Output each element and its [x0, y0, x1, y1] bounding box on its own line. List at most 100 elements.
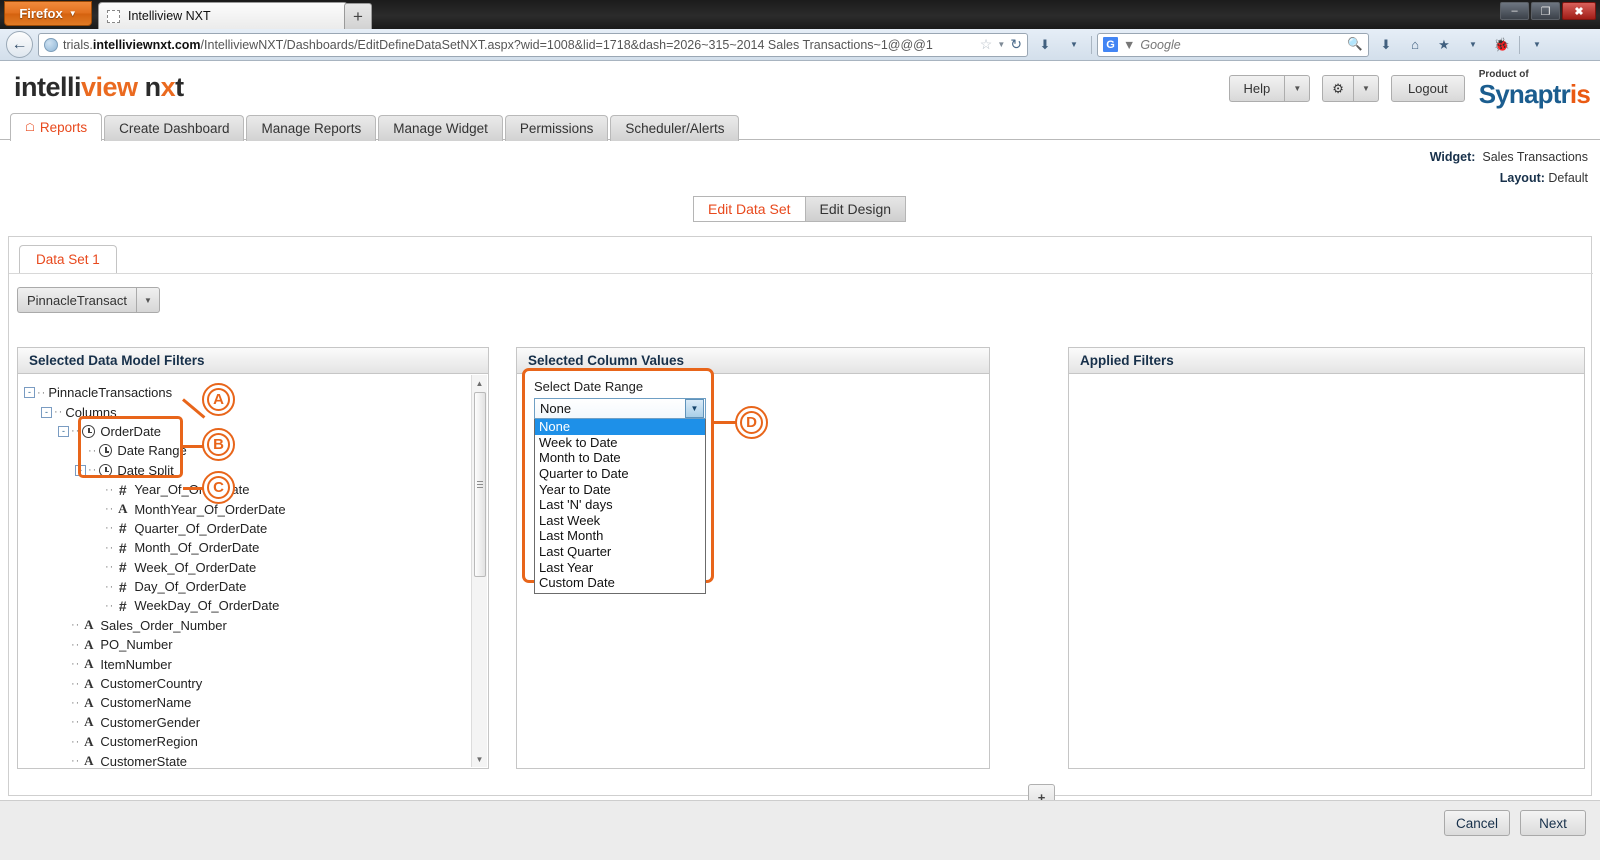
chevron-down-icon[interactable]: ▼ — [1284, 75, 1310, 102]
date-range-option[interactable]: Quarter to Date — [535, 466, 705, 482]
text-field-icon: A — [82, 637, 95, 653]
date-range-option[interactable]: None — [535, 419, 705, 435]
back-button[interactable]: ← — [6, 31, 33, 58]
cancel-button[interactable]: Cancel — [1444, 810, 1510, 836]
callout-label: D — [746, 414, 757, 431]
scroll-down-icon[interactable]: ▼ — [472, 751, 487, 767]
chevron-down-icon[interactable]: ▼ — [1062, 33, 1086, 57]
date-range-option[interactable]: Year to Date — [535, 481, 705, 497]
firefox-menu-button[interactable]: Firefox ▼ — [4, 1, 92, 26]
reload-icon[interactable]: ↻ — [1010, 36, 1022, 53]
date-range-option[interactable]: Last Month — [535, 528, 705, 544]
date-range-option[interactable]: Last 'N' days — [535, 497, 705, 513]
tree-node[interactable]: ··ACustomerCountry — [24, 674, 488, 693]
data-model-dropdown[interactable]: PinnacleTransact ▼ — [17, 287, 160, 313]
tree-node[interactable]: ··AItemNumber — [24, 654, 488, 673]
tree-node-label: CustomerGender — [100, 715, 200, 730]
settings-button[interactable]: ⚙ ▼ — [1322, 75, 1379, 102]
chevron-down-icon[interactable]: ▼ — [136, 287, 160, 313]
tab-reports[interactable]: ☖ Reports — [10, 113, 102, 141]
date-range-option[interactable]: Custom Date — [535, 575, 705, 591]
scrollbar-grip-icon — [477, 481, 483, 489]
search-icon[interactable]: 🔍 — [1347, 37, 1363, 52]
search-input[interactable]: Google — [1140, 38, 1342, 52]
chevron-down-icon[interactable]: ▼ — [1525, 33, 1549, 57]
gear-icon: ⚙ — [1322, 75, 1353, 102]
edit-data-set-button[interactable]: Edit Data Set — [693, 196, 805, 222]
tree-toggle-icon[interactable]: - — [41, 407, 52, 418]
date-range-option[interactable]: Week to Date — [535, 435, 705, 451]
tree-node[interactable]: ··#Day_Of_OrderDate — [24, 577, 488, 596]
downloads-icon[interactable]: ⬇ — [1374, 33, 1398, 57]
tab-create-dashboard[interactable]: Create Dashboard — [104, 115, 244, 141]
new-tab-button[interactable]: + — [344, 3, 372, 29]
tree-node[interactable]: -··PinnacleTransactions — [24, 383, 488, 402]
tree-connector-icon: ·· — [71, 639, 80, 651]
tree-node-label: ItemNumber — [100, 657, 172, 672]
tree-toggle-icon[interactable]: - — [24, 387, 35, 398]
tree-toggle-icon[interactable]: - — [58, 426, 69, 437]
tree-connector-icon: ·· — [105, 503, 114, 515]
tree-node[interactable]: ··ACustomerState — [24, 751, 488, 768]
tree-node[interactable]: ··#Quarter_Of_OrderDate — [24, 519, 488, 538]
text-field-icon: A — [82, 714, 95, 730]
tree-node[interactable]: ··#Month_Of_OrderDate — [24, 538, 488, 557]
callout-marker-d: D — [735, 406, 768, 439]
tree-node[interactable]: ··#Year_Of_OrderDate — [24, 480, 488, 499]
date-range-option[interactable]: Month to Date — [535, 450, 705, 466]
home-icon[interactable]: ⌂ — [1403, 33, 1427, 57]
date-range-option[interactable]: Last Year — [535, 559, 705, 575]
tree-node[interactable]: ··ACustomerRegion — [24, 732, 488, 751]
chevron-down-icon[interactable]: ▼ — [1123, 38, 1135, 52]
tree-node[interactable]: ··#Week_Of_OrderDate — [24, 558, 488, 577]
date-range-value: None — [540, 401, 571, 416]
date-range-select[interactable]: None ▼ — [534, 398, 706, 419]
tree-node-label: WeekDay_Of_OrderDate — [134, 598, 279, 613]
chevron-down-icon[interactable]: ▼ — [997, 40, 1005, 49]
chevron-down-icon[interactable]: ▼ — [685, 399, 704, 418]
browser-tab[interactable]: Intelliview NXT — [98, 2, 348, 29]
stop-download-icon[interactable]: ⬇ — [1033, 33, 1057, 57]
tree-node[interactable]: ··AMonthYear_Of_OrderDate — [24, 499, 488, 518]
tab-data-set-1[interactable]: Data Set 1 — [19, 245, 117, 273]
scroll-up-icon[interactable]: ▲ — [472, 375, 487, 391]
tree-node[interactable]: ··APO_Number — [24, 635, 488, 654]
date-range-option-list[interactable]: NoneWeek to DateMonth to DateQuarter to … — [534, 419, 706, 594]
tab-permissions[interactable]: Permissions — [505, 115, 609, 141]
addon-icon[interactable]: 🐞 — [1490, 33, 1514, 57]
window-minimize-button[interactable]: – — [1500, 2, 1529, 20]
search-bar[interactable]: G ▼ Google 🔍 — [1097, 33, 1369, 57]
app-header: intelliview nxt Help ▼ ⚙ ▼ Logout Produc… — [0, 61, 1600, 113]
panel-title: Applied Filters — [1069, 348, 1584, 374]
tab-scheduler-alerts[interactable]: Scheduler/Alerts — [610, 115, 739, 141]
tree-node-label: Sales_Order_Number — [100, 618, 226, 633]
address-bar[interactable]: trials.intelliviewnxt.com/IntelliviewNXT… — [38, 33, 1028, 57]
chevron-down-icon[interactable]: ▼ — [1353, 75, 1379, 102]
tab-manage-widget[interactable]: Manage Widget — [378, 115, 503, 141]
next-button[interactable]: Next — [1520, 810, 1586, 836]
tree-connector-icon: ·· — [71, 678, 80, 690]
edit-design-button[interactable]: Edit Design — [805, 196, 907, 222]
synaptris-wordmark: Synaptris — [1479, 79, 1590, 109]
bookmarks-icon[interactable]: ★ — [1432, 33, 1456, 57]
tree-node[interactable]: ··ACustomerName — [24, 693, 488, 712]
bookmark-star-icon[interactable]: ☆ — [980, 36, 993, 53]
scrollbar-thumb[interactable] — [474, 392, 486, 577]
tree-node-label: CustomerCountry — [100, 676, 202, 691]
widget-label: Widget: — [1430, 150, 1476, 164]
window-restore-button[interactable]: ❐ — [1531, 2, 1560, 20]
tree-node[interactable]: ··ACustomerGender — [24, 713, 488, 732]
tree-connector-icon: ·· — [37, 387, 46, 399]
tree-node[interactable]: ··#WeekDay_Of_OrderDate — [24, 596, 488, 615]
plus-icon: + — [353, 7, 363, 27]
help-button[interactable]: Help ▼ — [1229, 75, 1311, 102]
callout-label: B — [213, 436, 224, 453]
date-range-option[interactable]: Last Week — [535, 513, 705, 529]
tree-node[interactable]: ··ASales_Order_Number — [24, 616, 488, 635]
chevron-down-icon[interactable]: ▼ — [1461, 33, 1485, 57]
tree-scrollbar[interactable]: ▲ ▼ — [471, 375, 487, 767]
date-range-option[interactable]: Last Quarter — [535, 544, 705, 560]
window-close-button[interactable]: ✖ — [1562, 2, 1596, 20]
tab-manage-reports[interactable]: Manage Reports — [246, 115, 376, 141]
logout-button[interactable]: Logout — [1391, 75, 1465, 102]
